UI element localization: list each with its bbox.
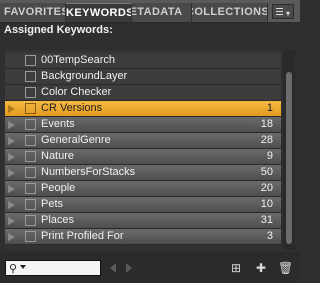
keyword-name: NumbersForStacks [41, 166, 136, 178]
expand-triangle-icon[interactable] [8, 201, 15, 209]
keyword-checkbox[interactable] [25, 103, 36, 114]
keyword-row[interactable]: Nature 9 [5, 149, 281, 165]
panel-menu-button[interactable]: ▾ [272, 4, 294, 19]
keyword-row[interactable]: NumbersForStacks 50 [5, 165, 281, 181]
keyword-list: 00TempSearch BackgroundLayer Color Checker… [5, 50, 281, 250]
keyword-count: 31 [260, 214, 273, 226]
keyword-checkbox[interactable] [25, 151, 36, 162]
tab-metadata-label: METADATA [132, 6, 183, 18]
tab-favorites-label: FAVORITES [4, 6, 66, 18]
keyword-checkbox[interactable] [25, 199, 36, 210]
keyword-checkbox[interactable] [25, 135, 36, 146]
keyword-row[interactable]: Print Profiled For 3 [5, 229, 281, 245]
keyword-checkbox[interactable] [25, 71, 36, 82]
keyword-row[interactable]: Places 31 [5, 213, 281, 229]
keyword-name: Pets [41, 198, 64, 210]
expand-triangle-icon[interactable] [8, 217, 15, 225]
keyword-checkbox[interactable] [25, 55, 36, 66]
keyword-name: Color Checker [41, 86, 112, 98]
keyword-row[interactable]: Color Checker [5, 85, 281, 101]
prev-arrow-icon[interactable] [110, 263, 116, 273]
keyword-checkbox[interactable] [25, 231, 36, 242]
keyword-name: GeneralGenre [41, 134, 111, 146]
trash-icon[interactable]: 🗑 [278, 261, 293, 275]
tab-favorites[interactable]: FAVORITES [0, 3, 66, 22]
tab-keywords[interactable]: KEYWORDS [66, 3, 132, 22]
tab-bar: FAVORITES KEYWORDS METADATA COLLECTIONS … [0, 0, 300, 23]
expand-triangle-icon[interactable] [8, 185, 15, 193]
keyword-row[interactable]: People 20 [5, 181, 281, 197]
keyword-count: 1 [266, 102, 273, 114]
scrollbar-thumb[interactable] [286, 72, 292, 244]
keyword-name: Nature [41, 150, 75, 162]
expand-triangle-icon[interactable] [8, 169, 15, 177]
keyword-name: CR Versions [41, 102, 103, 114]
new-sub-keyword-icon[interactable]: ⊞ [231, 261, 241, 275]
keyword-count: 28 [260, 134, 273, 146]
panel-menu-icon [276, 8, 283, 17]
tab-collections-label: COLLECTIONS [192, 6, 268, 18]
expand-triangle-icon[interactable] [8, 233, 15, 241]
keyword-checkbox[interactable] [25, 167, 36, 178]
keyword-row[interactable]: 00TempSearch [5, 53, 281, 69]
keyword-row[interactable]: GeneralGenre 28 [5, 133, 281, 149]
bottom-toolbar: ⚲ ⊞ ✚ 🗑 [0, 252, 300, 283]
search-input[interactable]: ⚲ [5, 260, 101, 276]
keyword-checkbox[interactable] [25, 119, 36, 130]
scrollbar[interactable] [283, 50, 295, 250]
keyword-name: Places [41, 214, 75, 226]
search-options-icon[interactable] [20, 265, 26, 269]
tab-keywords-label: KEYWORDS [66, 7, 132, 19]
keyword-name: Events [41, 118, 75, 130]
keyword-name: 00TempSearch [41, 54, 115, 66]
keyword-count: 9 [266, 150, 273, 162]
tab-collections[interactable]: COLLECTIONS [192, 3, 268, 22]
keyword-row[interactable]: Pets 10 [5, 197, 281, 213]
keyword-checkbox[interactable] [25, 87, 36, 98]
keyword-name: BackgroundLayer [41, 70, 128, 82]
expand-triangle-icon[interactable] [8, 105, 15, 113]
keyword-checkbox[interactable] [25, 215, 36, 226]
assigned-keywords-label: Assigned Keywords: [4, 24, 113, 36]
keyword-count: 50 [260, 166, 273, 178]
keyword-count: 3 [266, 230, 273, 242]
keyword-row[interactable]: Events 18 [5, 117, 281, 133]
keyword-count: 18 [260, 118, 273, 130]
keyword-name: People [41, 182, 76, 194]
expand-triangle-icon[interactable] [8, 137, 15, 145]
keyword-count: 10 [260, 198, 273, 210]
chevron-down-icon: ▾ [285, 9, 290, 18]
tab-metadata[interactable]: METADATA [132, 3, 192, 22]
expand-triangle-icon[interactable] [8, 121, 15, 129]
search-icon: ⚲ [9, 263, 18, 275]
keyword-checkbox[interactable] [25, 183, 36, 194]
expand-triangle-icon[interactable] [8, 153, 15, 161]
keyword-row[interactable]: CR Versions 1 [5, 101, 281, 117]
keyword-name: Print Profiled For [41, 230, 124, 242]
next-arrow-icon[interactable] [126, 263, 132, 273]
keyword-count: 20 [260, 182, 273, 194]
keyword-row[interactable]: BackgroundLayer [5, 69, 281, 85]
new-keyword-icon[interactable]: ✚ [256, 261, 266, 275]
